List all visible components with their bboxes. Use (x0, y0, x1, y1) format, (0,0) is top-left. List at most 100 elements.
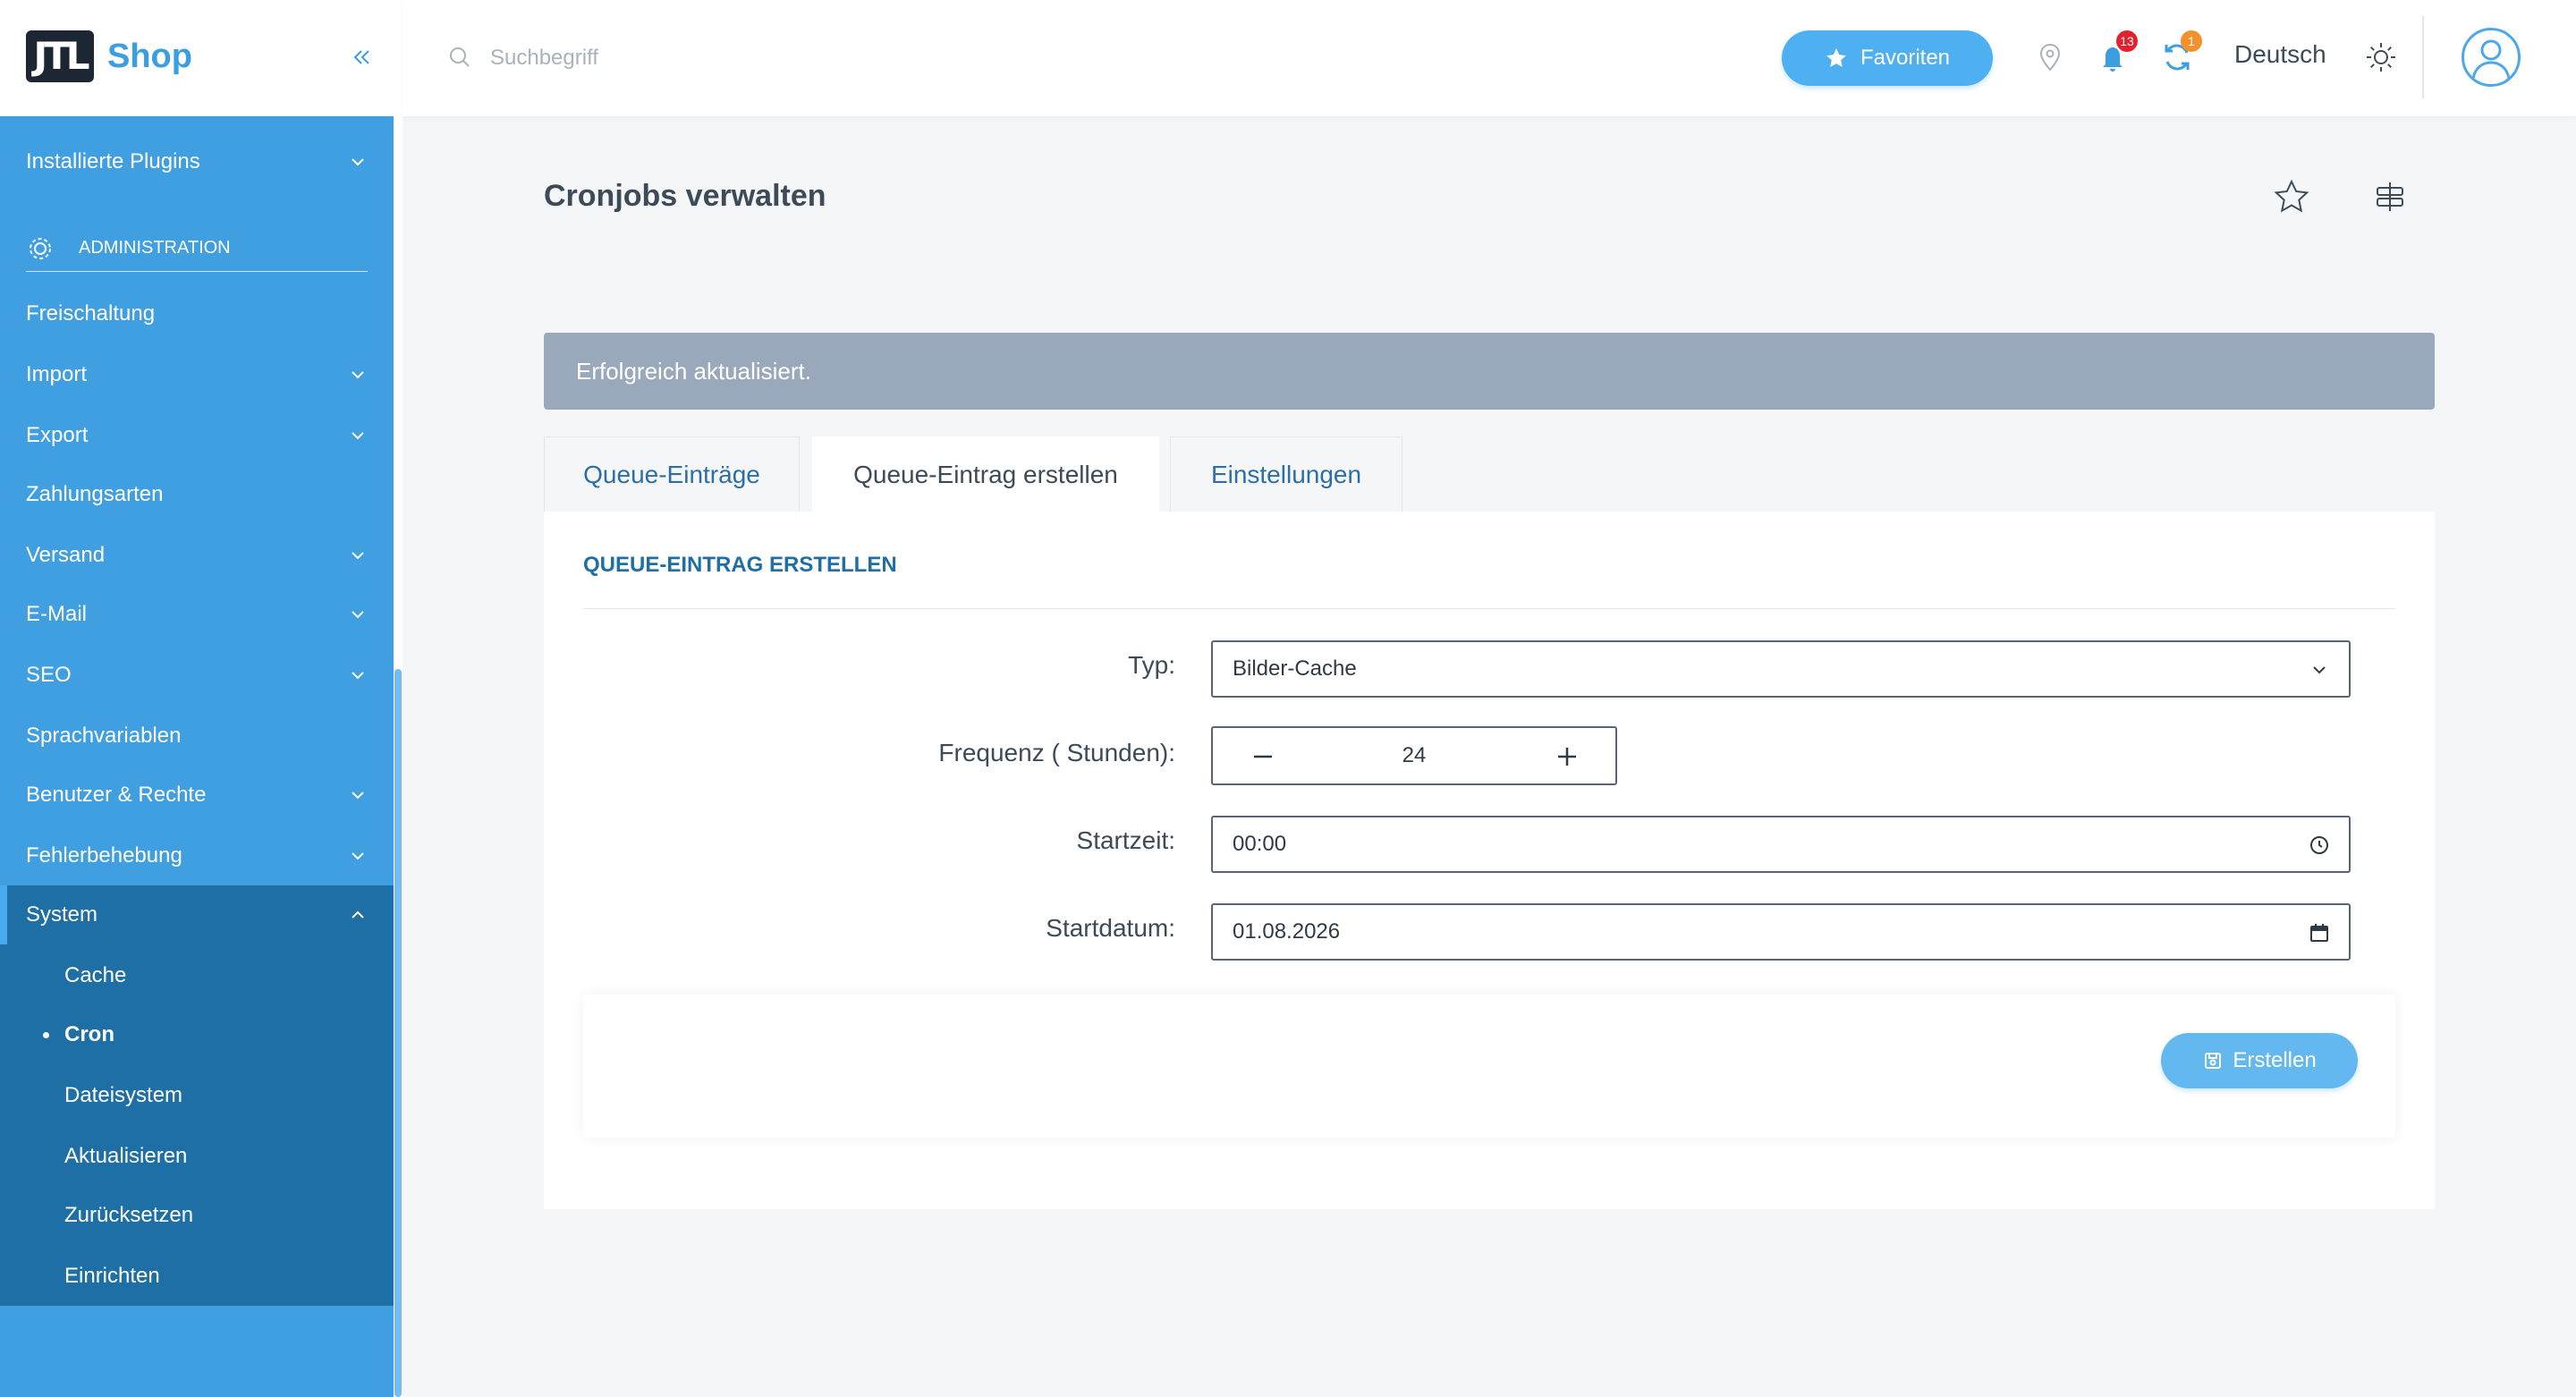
sidebar-item-label: Zurücksetzen (64, 1203, 194, 1227)
tab-queue-eintraege[interactable]: Queue-Einträge (544, 436, 800, 512)
sidebar-item-label: Versand (26, 543, 106, 567)
gear-icon (30, 237, 51, 259)
topbar-divider (2422, 16, 2424, 98)
frequency-stepper: 24 (1211, 726, 1617, 785)
form-footer: Erstellen (583, 995, 2395, 1138)
sidebar-item-label: Dateisystem (64, 1083, 183, 1107)
create-button[interactable]: Erstellen (2161, 1033, 2358, 1088)
sidebar-item-system[interactable]: System (0, 885, 394, 944)
chevron-down-icon (352, 672, 364, 680)
language-selector[interactable]: Deutsch (2234, 40, 2326, 69)
frequency-value[interactable]: 24 (1293, 728, 1535, 783)
sidebar-subitem-aktualisieren[interactable]: Aktualisieren (0, 1127, 394, 1186)
sidebar-item-label: Aktualisieren (64, 1144, 188, 1168)
sun-icon[interactable] (2363, 39, 2399, 75)
chevron-down-icon (352, 852, 364, 860)
page-title: Cronjobs verwalten (544, 179, 826, 213)
tab-queue-eintrag-erstellen[interactable]: Queue-Eintrag erstellen (812, 436, 1159, 512)
favorites-label: Favoriten (1860, 46, 1951, 70)
sidebar-item-freischaltung[interactable]: Freischaltung (0, 284, 394, 343)
create-button-label: Erstellen (2233, 1048, 2317, 1072)
search-icon (450, 47, 470, 67)
star-outline-icon[interactable] (2272, 177, 2311, 216)
updates-button[interactable]: 1 (2159, 30, 2202, 75)
sidebar-item-label: Zahlungsarten (26, 482, 164, 506)
chevron-down-icon (352, 552, 364, 560)
sidebar-item-label: E-Mail (26, 602, 88, 626)
sidebar-subitem-einrichten[interactable]: Einrichten (0, 1247, 394, 1306)
topbar: Favoriten 13 1 Deutsch (402, 0, 2576, 116)
type-select-value: Bilder-Cache (1233, 656, 1357, 681)
save-icon (2205, 1053, 2222, 1069)
start-date-field[interactable]: 01.08.2026 (1211, 903, 2351, 961)
sidebar-subitem-cron[interactable]: Cron (0, 1005, 394, 1064)
sidebar-item-label: Installierte Plugins (26, 149, 200, 174)
sidebar-item-label: Cron (64, 1022, 114, 1046)
sidebar-item-label: Einrichten (64, 1264, 160, 1288)
clock-icon[interactable] (2308, 834, 2331, 857)
sidebar-item-label: System (26, 902, 98, 927)
calendar-icon[interactable] (2308, 921, 2331, 944)
tab-einstellungen[interactable]: Einstellungen (1170, 436, 1402, 512)
panel-heading: QUEUE-EINTRAG ERSTELLEN (583, 553, 897, 577)
updates-badge: 1 (2181, 30, 2202, 52)
user-avatar[interactable] (2462, 28, 2521, 87)
double-chevron-left-icon[interactable] (349, 41, 376, 73)
notifications-badge: 13 (2116, 30, 2138, 52)
chevron-down-icon (2313, 666, 2326, 674)
chevron-up-icon (352, 910, 364, 919)
start-time-label: Startzeit: (1076, 826, 1175, 854)
brand-name[interactable]: Shop (107, 38, 192, 76)
sidebar-item-import[interactable]: Import (0, 345, 394, 404)
sidebar-section-administration: ADMINISTRATION (26, 225, 368, 272)
sidebar-scrollbar[interactable] (394, 0, 402, 1397)
sidebar: Installierte Plugins ADMINISTRATION Frei… (0, 0, 394, 1397)
start-time-field[interactable]: 00:00 (1211, 816, 2351, 873)
sidebar-item-label: Export (26, 423, 89, 447)
chevron-down-icon (352, 432, 364, 440)
sidebar-item-seo[interactable]: SEO (0, 646, 394, 705)
sidebar-item-label: SEO (26, 663, 72, 687)
chevron-down-icon (352, 611, 364, 619)
success-alert: Erfolgreich aktualisiert. (544, 333, 2435, 410)
search-input[interactable] (490, 36, 1027, 80)
start-date-value: 01.08.2026 (1233, 919, 1341, 944)
frequency-label: Frequenz ( Stunden): (938, 739, 1175, 766)
sidebar-item-label: Freischaltung (26, 301, 156, 326)
sidebar-item-installierte-plugins[interactable]: Installierte Plugins (0, 132, 394, 191)
chevron-down-icon (352, 371, 364, 379)
scrollbar-thumb[interactable] (394, 669, 402, 1397)
sidebar-item-zahlungsarten[interactable]: Zahlungsarten (0, 465, 394, 524)
user-avatar-icon (2471, 39, 2511, 80)
start-date-label: Startdatum: (1046, 914, 1175, 942)
sidebar-item-benutzer-rechte[interactable]: Benutzer & Rechte (0, 766, 394, 825)
sidebar-item-label: Cache (64, 963, 127, 987)
start-time-value: 00:00 (1233, 832, 1287, 856)
notifications-button[interactable]: 13 (2095, 30, 2138, 75)
logo[interactable]: JTL (26, 30, 94, 82)
sidebar-item-sprachvariablen[interactable]: Sprachvariablen (0, 707, 394, 766)
favorites-button[interactable]: Favoriten (1782, 30, 1993, 86)
sidebar-subitem-dateisystem[interactable]: Dateisystem (0, 1066, 394, 1125)
sidebar-item-label: Fehlerbehebung (26, 843, 182, 868)
sidebar-subitem-cache[interactable]: Cache (0, 946, 394, 1005)
sidebar-item-versand[interactable]: Versand (0, 526, 394, 585)
minus-icon[interactable] (1243, 737, 1283, 776)
plus-icon[interactable] (1547, 737, 1587, 776)
star-icon (1826, 48, 1846, 67)
section-label: ADMINISTRATION (79, 238, 231, 258)
panel-divider (583, 608, 2395, 609)
logo-bar: JTL Shop (0, 0, 402, 116)
sidebar-item-export[interactable]: Export (0, 406, 394, 465)
map-pin-icon[interactable] (2032, 39, 2068, 75)
sidebar-item-e-mail[interactable]: E-Mail (0, 585, 394, 644)
sidebar-item-label: Import (26, 362, 88, 386)
type-select[interactable]: Bilder-Cache (1211, 640, 2351, 698)
sidebar-subitem-zuruecksetzen[interactable]: Zurücksetzen (0, 1186, 394, 1245)
sidebar-item-label: Sprachvariablen (26, 724, 182, 748)
create-queue-panel: QUEUE-EINTRAG ERSTELLEN Typ: Bilder-Cach… (544, 512, 2435, 1209)
sidebar-item-fehlerbehebung[interactable]: Fehlerbehebung (0, 826, 394, 885)
chevron-down-icon (352, 158, 364, 166)
signpost-icon[interactable] (2370, 177, 2410, 216)
chevron-down-icon (352, 792, 364, 800)
